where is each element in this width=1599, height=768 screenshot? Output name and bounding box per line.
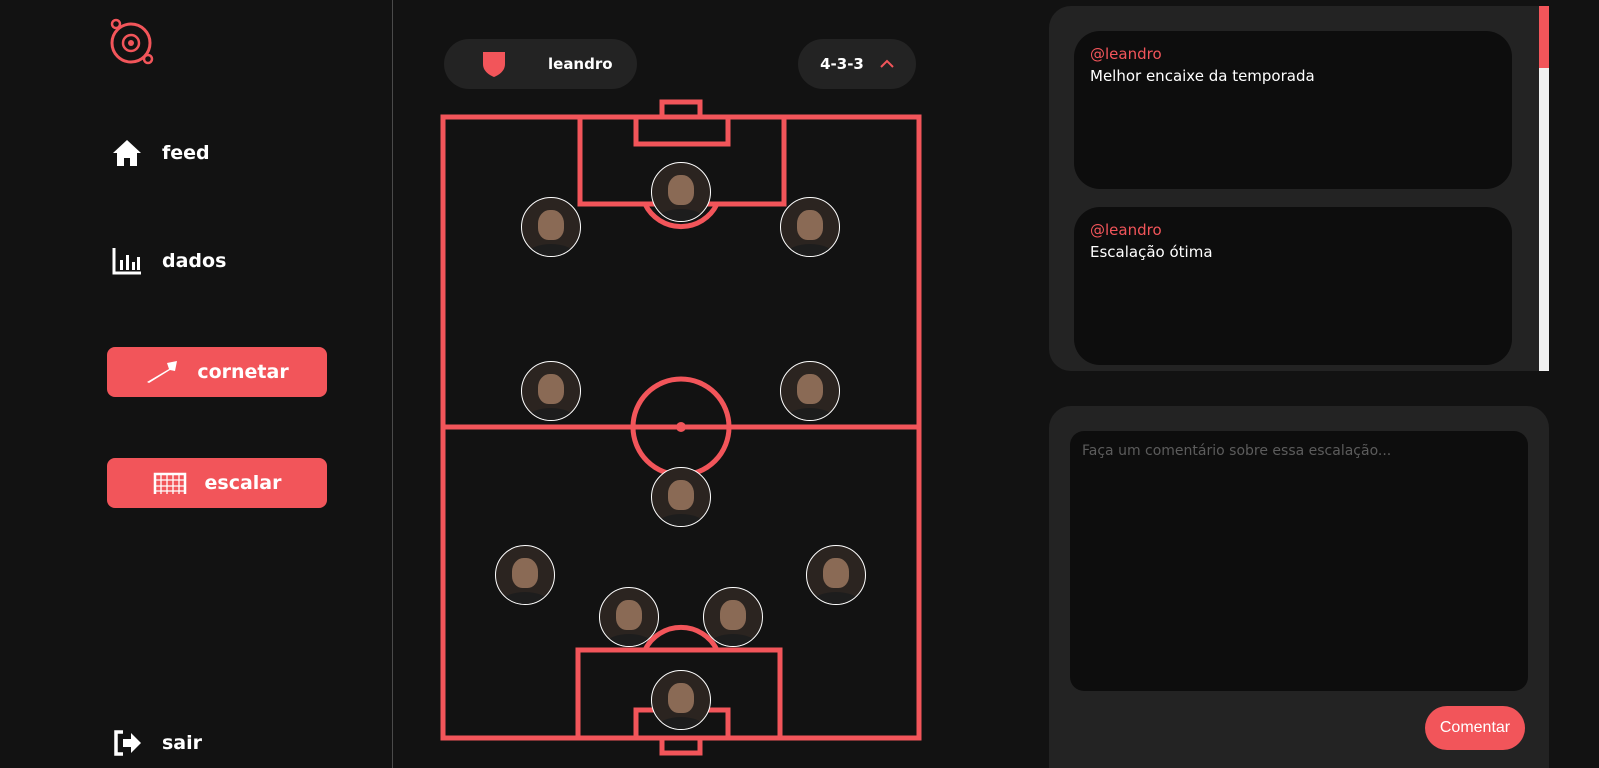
player-left-center-back[interactable] <box>599 587 659 647</box>
comment-text: Melhor encaixe da temporada <box>1090 67 1315 85</box>
scrollbar-thumb[interactable] <box>1539 6 1549 68</box>
player-right-center-back[interactable] <box>703 587 763 647</box>
player-left-midfielder[interactable] <box>521 361 581 421</box>
submit-comment-button[interactable]: Comentar <box>1425 706 1525 750</box>
formation-value: 4-3-3 <box>820 55 864 73</box>
sidebar-item-label: cornetar <box>197 361 289 383</box>
comment-author[interactable]: @leandro <box>1090 221 1496 239</box>
sidebar-item-label: dados <box>162 250 227 272</box>
player-striker[interactable] <box>651 162 711 222</box>
comment-card: @leandro Melhor encaixe da temporada <box>1074 31 1512 189</box>
sidebar-item-label: sair <box>162 732 203 754</box>
sidebar-item-cornetar[interactable]: cornetar <box>107 347 327 397</box>
sidebar-item-sair[interactable]: sair <box>110 726 202 760</box>
player-right-winger[interactable] <box>780 197 840 257</box>
player-goalkeeper[interactable] <box>651 670 711 730</box>
sidebar-item-dados[interactable]: dados <box>110 244 226 278</box>
sidebar-item-label: escalar <box>204 472 282 494</box>
player-left-back[interactable] <box>495 545 555 605</box>
sidebar: feed dados cornetar escalar sair <box>0 0 393 768</box>
sidebar-item-escalar[interactable]: escalar <box>107 458 327 508</box>
comments-list[interactable]: @leandro Melhor encaixe da temporada @le… <box>1049 6 1549 371</box>
bar-chart-icon <box>110 244 144 278</box>
player-right-back[interactable] <box>806 545 866 605</box>
comment-text: Escalação ótima <box>1090 243 1213 261</box>
chevron-up-icon <box>880 59 894 68</box>
team-shield-icon <box>483 52 505 77</box>
home-icon <box>110 136 144 170</box>
team-name: leandro <box>548 55 613 73</box>
player-left-winger[interactable] <box>521 197 581 257</box>
player-defensive-midfielder[interactable] <box>651 467 711 527</box>
sidebar-item-label: feed <box>162 142 210 164</box>
sidebar-item-feed[interactable]: feed <box>110 136 210 170</box>
goal-net-icon <box>153 468 187 498</box>
logo-icon[interactable] <box>105 16 157 68</box>
player-right-midfielder[interactable] <box>780 361 840 421</box>
team-selector[interactable]: leandro <box>444 39 637 89</box>
comment-author[interactable]: @leandro <box>1090 45 1496 63</box>
comment-compose: Comentar <box>1049 406 1549 768</box>
comment-input[interactable] <box>1070 431 1528 691</box>
comments-scrollbar[interactable] <box>1539 6 1549 371</box>
logout-icon <box>110 726 144 760</box>
horn-icon <box>145 357 179 387</box>
comment-card: @leandro Escalação ótima <box>1074 207 1512 365</box>
formation-dropdown[interactable]: 4-3-3 <box>798 39 916 89</box>
